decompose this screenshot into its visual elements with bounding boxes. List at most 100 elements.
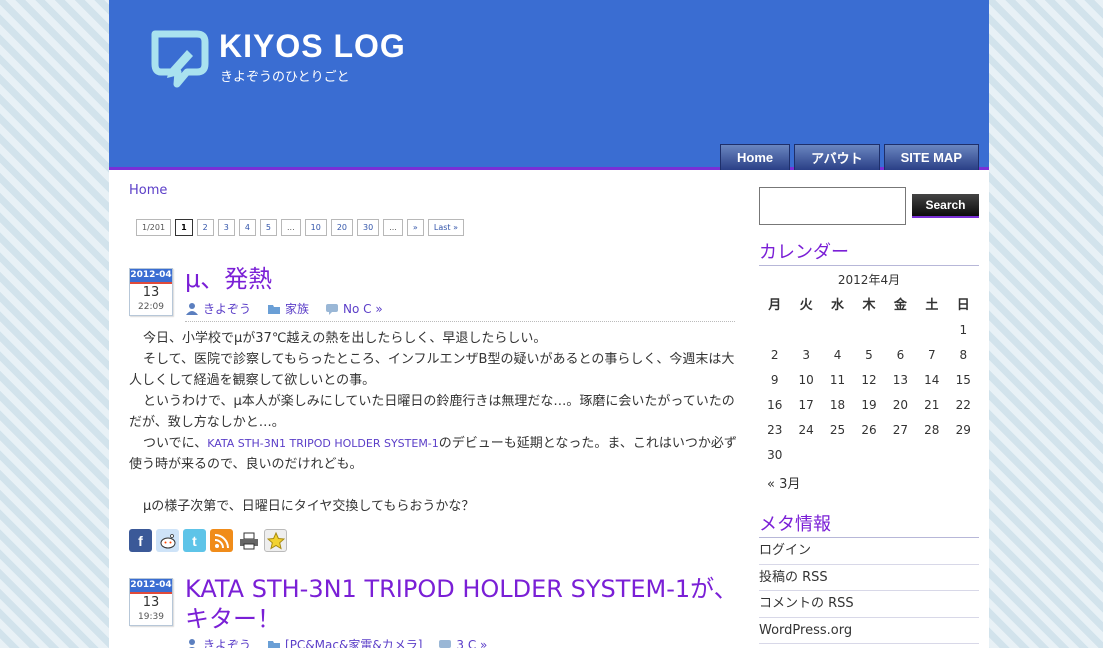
calendar-day[interactable]: 18 [822,392,853,417]
calendar-day[interactable]: 20 [885,392,916,417]
date-badge: 2012-04 13 19:39 [129,578,173,626]
post-comments-link[interactable]: 3 C » [456,638,487,648]
calendar-day[interactable]: 21 [916,392,947,417]
site-header: KIYOS LOG きよぞうのひとりごと Home アバウト SITE MAP [109,0,989,170]
print-icon[interactable] [237,529,260,552]
nav-sitemap[interactable]: SITE MAP [883,144,979,170]
calendar-day[interactable]: 10 [790,367,821,392]
folder-icon [268,304,281,314]
comments-meta: 3 C » [438,638,487,648]
calendar-day[interactable]: 6 [885,342,916,367]
date-day: 13 [142,285,160,300]
page-link[interactable]: 10 [304,219,327,236]
calendar-day [853,317,884,342]
calendar-body: 1 2 3 4 5 6 7 8 9 10 11 12 13 14 15 16 17 18 19 20 21 22 23 24 2… [759,317,979,467]
facebook-icon[interactable]: f [129,529,152,552]
post-paragraph: というわけで、μ本人が楽しみにしていた日曜日の鈴鹿行きは無理だな…。琢磨に会いた… [129,394,735,430]
post-paragraph: 今日、小学校でμが37℃越えの熱を出したらしく、早退したらしい。 [143,331,547,346]
page-link[interactable]: 30 [357,219,380,236]
calendar-day[interactable]: 23 [759,417,790,442]
reddit-icon[interactable] [156,529,179,552]
calendar-day[interactable]: 27 [885,417,916,442]
calendar-day[interactable]: 24 [790,417,821,442]
calendar-week-row: 9 10 11 12 13 14 15 [759,367,979,392]
calendar-day[interactable]: 9 [759,367,790,392]
meta-posts-rss-link[interactable]: 投稿の RSS [759,565,979,591]
calendar-day[interactable]: 4 [822,342,853,367]
author-meta: きよぞう [185,300,251,317]
calendar-day[interactable]: 3 [790,342,821,367]
calendar-day[interactable]: 11 [822,367,853,392]
page-link[interactable]: 20 [330,219,354,236]
calendar-day[interactable]: 7 [916,342,947,367]
nav-about[interactable]: アバウト [794,144,880,170]
site-title[interactable]: KIYOS LOG [219,28,406,65]
page-link[interactable]: 5 [259,219,278,236]
date-time: 19:39 [138,612,164,622]
comment-icon [439,639,452,648]
calendar-day[interactable]: 8 [948,342,979,367]
calendar-day[interactable]: 19 [853,392,884,417]
calendar-day[interactable]: 17 [790,392,821,417]
post-meta: きよぞう 家族 No C » [185,300,735,322]
calendar-day [885,442,916,467]
search-input[interactable] [759,187,906,225]
post-paragraph: ついでに、KATA STH-3N1 TRIPOD HOLDER SYSTEM-1… [129,433,741,475]
calendar-day[interactable]: 29 [948,417,979,442]
calendar-day[interactable]: 1 [948,317,979,342]
page-link[interactable]: 1 [175,219,193,236]
post-category[interactable]: 家族 [285,300,309,317]
meta-wordpress-link[interactable]: WordPress.org [759,618,979,644]
page-link[interactable]: 3 [217,219,235,236]
calendar-caption: 2012年4月 [837,273,901,287]
page-link[interactable]: 4 [238,219,256,236]
logo-icon[interactable] [147,28,209,90]
post-author[interactable]: きよぞう [203,300,251,317]
post-body: 今日、小学校でμが37℃越えの熱を出したらしく、早退したらしい。 そして、医院で… [129,328,741,517]
calendar-day[interactable]: 14 [916,367,947,392]
post-title[interactable]: μ、発熱 [185,264,741,294]
post-paragraph: そして、医院で診察してもらったところ、インフルエンザB型の疑いがあるとの事らしく… [129,352,735,388]
calendar-day[interactable]: 26 [853,417,884,442]
calendar-day [853,442,884,467]
twitter-icon[interactable]: t [183,529,206,552]
calendar-day[interactable]: 16 [759,392,790,417]
weekday: 火 [799,297,813,313]
calendar-day [948,442,979,467]
category-meta: [PC&Mac&家電&カメラ] [267,636,422,648]
post-comments-link[interactable]: No C » [343,302,383,316]
post-author[interactable]: きよぞう [203,636,251,648]
calendar-day[interactable]: 30 [759,442,790,467]
calendar-day[interactable]: 5 [853,342,884,367]
post-category[interactable]: [PC&Mac&家電&カメラ] [285,636,422,648]
page-link[interactable]: 2 [196,219,214,236]
calendar-day[interactable]: 2 [759,342,790,367]
post-spacer [129,475,741,496]
rss-icon[interactable] [210,529,233,552]
calendar-day [885,317,916,342]
calendar-day[interactable]: 15 [948,367,979,392]
calendar-prev-month[interactable]: « 3月 [767,473,800,492]
weekday: 金 [893,297,907,313]
weekday: 日 [956,297,970,313]
product-link[interactable]: KATA STH-3N1 TRIPOD HOLDER SYSTEM-1 [207,437,439,450]
nav-home[interactable]: Home [719,144,791,170]
comment-icon [326,303,339,315]
post: 2012-04 13 19:39 KATA STH-3N1 TRIPOD HOL… [129,575,741,648]
breadcrumb[interactable]: Home [129,183,167,198]
search-button[interactable]: Search [912,194,979,218]
calendar-week-row: 2345678 [759,342,979,367]
calendar-day[interactable]: 13 [885,367,916,392]
calendar-day[interactable]: 25 [822,417,853,442]
meta-comments-rss-link[interactable]: コメントの RSS [759,591,979,618]
calendar-day[interactable]: 22 [948,392,979,417]
page-last[interactable]: Last » [427,219,464,236]
page-next[interactable]: » [406,219,424,236]
favorite-star-icon[interactable] [264,529,287,552]
calendar-day[interactable]: 28 [916,417,947,442]
calendar-day[interactable]: 12 [853,367,884,392]
post-title[interactable]: KATA STH-3N1 TRIPOD HOLDER SYSTEM-1が、キター… [185,574,741,634]
meta-login-link[interactable]: ログイン [759,538,979,565]
author-icon [188,638,196,648]
main-nav: Home アバウト SITE MAP [719,144,979,170]
